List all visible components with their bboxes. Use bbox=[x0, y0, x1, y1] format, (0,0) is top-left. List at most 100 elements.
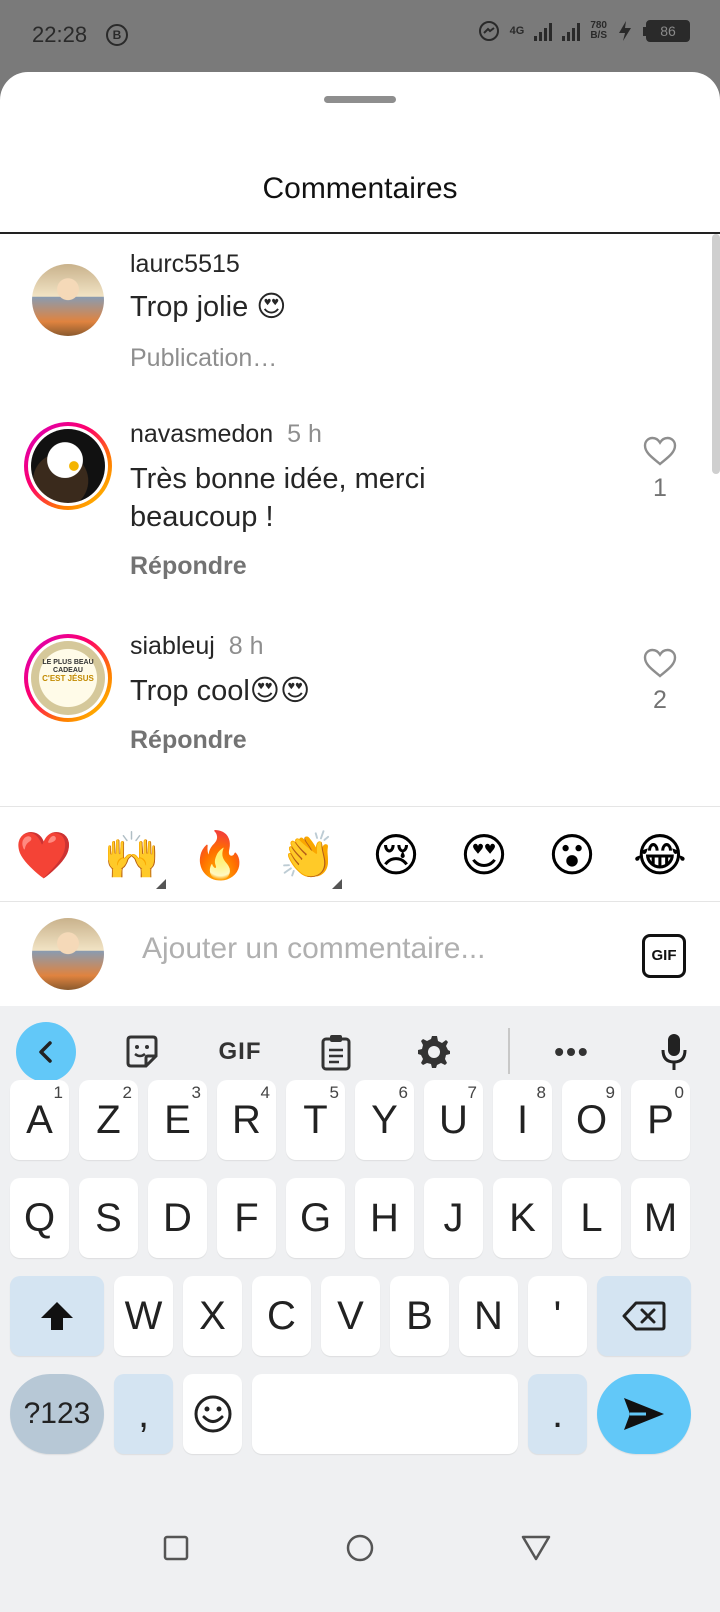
numbers-key[interactable]: ?123 bbox=[10, 1374, 104, 1454]
comment-input[interactable] bbox=[142, 932, 582, 966]
key-e[interactable]: E3 bbox=[148, 1080, 207, 1160]
key-hint: 9 bbox=[605, 1083, 615, 1102]
space-key[interactable] bbox=[252, 1374, 518, 1454]
key-k[interactable]: K bbox=[493, 1178, 552, 1258]
send-icon bbox=[624, 1398, 664, 1430]
comments-sheet: Commentaires laurc5515 Trop jolie 😍 Publ… bbox=[0, 72, 720, 1006]
comma-key[interactable]: , bbox=[114, 1374, 173, 1454]
key-j[interactable]: J bbox=[424, 1178, 483, 1258]
key-m[interactable]: M bbox=[631, 1178, 690, 1258]
key-z[interactable]: Z2 bbox=[79, 1080, 138, 1160]
avatar[interactable] bbox=[24, 256, 112, 344]
username-text: navasmedon bbox=[130, 420, 274, 448]
messenger-icon bbox=[478, 21, 499, 41]
status-time: 22:28 bbox=[32, 22, 88, 47]
key-h[interactable]: H bbox=[355, 1178, 414, 1258]
scrollbar[interactable] bbox=[712, 234, 720, 474]
key-x[interactable]: X bbox=[183, 1276, 242, 1356]
key-r[interactable]: R4 bbox=[217, 1080, 276, 1160]
clipboard-button[interactable] bbox=[306, 1022, 366, 1082]
emoji-glyph: 🙌 bbox=[103, 828, 161, 882]
key-t[interactable]: T5 bbox=[286, 1080, 345, 1160]
key-hint: 7 bbox=[467, 1083, 477, 1102]
key-o[interactable]: O9 bbox=[562, 1080, 621, 1160]
emoji-heart[interactable]: ❤️ bbox=[14, 825, 74, 885]
key-hint: 2 bbox=[122, 1083, 132, 1102]
status-indicators: 4G 780 B/S 86 bbox=[478, 20, 690, 42]
key-b[interactable]: B bbox=[390, 1276, 449, 1356]
divider bbox=[0, 232, 720, 234]
recents-button[interactable] bbox=[154, 1526, 198, 1570]
key-l[interactable]: L bbox=[562, 1178, 621, 1258]
key-f[interactable]: F bbox=[217, 1178, 276, 1258]
clipboard-icon bbox=[321, 1035, 351, 1071]
username-text: laurc5515 bbox=[130, 250, 240, 278]
shift-key[interactable] bbox=[10, 1276, 104, 1356]
key-label: R bbox=[232, 1098, 261, 1142]
smiley-icon bbox=[194, 1395, 231, 1433]
settings-button[interactable] bbox=[404, 1022, 464, 1082]
reply-button[interactable]: Répondre bbox=[130, 726, 247, 755]
skin-tone-indicator-icon bbox=[156, 879, 166, 889]
b-badge-icon: B bbox=[106, 24, 128, 46]
avatar-text-highlight: C'EST JÉSUS bbox=[42, 674, 94, 683]
backspace-key[interactable] bbox=[597, 1276, 691, 1356]
emoji-laughing[interactable]: 😂 bbox=[630, 825, 690, 885]
voice-input-button[interactable] bbox=[644, 1022, 704, 1082]
emoji-raising-hands[interactable]: 🙌 bbox=[102, 825, 166, 889]
key-n[interactable]: N bbox=[459, 1276, 518, 1356]
more-button[interactable]: ••• bbox=[542, 1022, 602, 1082]
toolbar-back-button[interactable] bbox=[16, 1022, 76, 1082]
emoji-surprised[interactable]: 😮 bbox=[542, 825, 602, 885]
toolbar-gif-button[interactable]: GIF bbox=[210, 1022, 270, 1082]
key-v[interactable]: V bbox=[321, 1276, 380, 1356]
key-q[interactable]: Q bbox=[10, 1178, 69, 1258]
charging-icon bbox=[619, 21, 631, 41]
key-c[interactable]: C bbox=[252, 1276, 311, 1356]
comment-username[interactable]: laurc5515 bbox=[130, 250, 240, 279]
emoji-key[interactable] bbox=[183, 1374, 242, 1454]
key-label: A bbox=[26, 1098, 53, 1142]
emoji-fire[interactable]: 🔥 bbox=[190, 825, 250, 885]
key-a[interactable]: A1 bbox=[10, 1080, 69, 1160]
key-apostrophe[interactable]: ' bbox=[528, 1276, 587, 1356]
send-key[interactable] bbox=[597, 1374, 691, 1454]
key-u[interactable]: U7 bbox=[424, 1080, 483, 1160]
gif-button[interactable]: GIF bbox=[642, 934, 686, 978]
key-label: O bbox=[575, 1098, 608, 1142]
key-p[interactable]: P0 bbox=[631, 1080, 690, 1160]
circle-icon bbox=[346, 1534, 374, 1562]
avatar[interactable] bbox=[24, 422, 112, 510]
comment-username[interactable]: siableuj 8 h bbox=[130, 632, 264, 661]
key-label: P bbox=[647, 1098, 674, 1142]
emoji-heart-eyes[interactable]: 😍 bbox=[454, 825, 514, 885]
avatar-text: LE PLUS BEAU CADEAU bbox=[42, 659, 94, 674]
avatar[interactable]: LE PLUS BEAU CADEAU C'EST JÉSUS bbox=[24, 634, 112, 722]
key-d[interactable]: D bbox=[148, 1178, 207, 1258]
back-button[interactable] bbox=[514, 1526, 558, 1570]
sheet-grabber[interactable] bbox=[324, 96, 396, 103]
key-y[interactable]: Y6 bbox=[355, 1080, 414, 1160]
emoji-clapping[interactable]: 👏 bbox=[278, 825, 342, 889]
like-count: 2 bbox=[653, 686, 667, 714]
key-i[interactable]: I8 bbox=[493, 1080, 552, 1160]
avatar-image bbox=[31, 429, 105, 503]
comment-username[interactable]: navasmedon 5 h bbox=[130, 420, 322, 449]
key-hint: 3 bbox=[191, 1083, 201, 1102]
home-button[interactable] bbox=[338, 1526, 382, 1570]
emoji-crying[interactable]: 😢 bbox=[366, 825, 426, 885]
key-s[interactable]: S bbox=[79, 1178, 138, 1258]
avatar-image bbox=[32, 918, 104, 990]
sticker-button[interactable] bbox=[112, 1022, 172, 1082]
battery-level: 86 bbox=[646, 20, 690, 42]
like-button[interactable]: 1 bbox=[640, 436, 680, 503]
key-w[interactable]: W bbox=[114, 1276, 173, 1356]
key-g[interactable]: G bbox=[286, 1178, 345, 1258]
like-button[interactable]: 2 bbox=[640, 648, 680, 715]
net-speed: 780 B/S bbox=[590, 21, 607, 41]
reply-button[interactable]: Répondre bbox=[130, 552, 247, 581]
username-text: siableuj bbox=[130, 632, 215, 660]
key-label: T bbox=[303, 1098, 328, 1142]
gear-icon bbox=[418, 1036, 450, 1068]
period-key[interactable]: . bbox=[528, 1374, 587, 1454]
